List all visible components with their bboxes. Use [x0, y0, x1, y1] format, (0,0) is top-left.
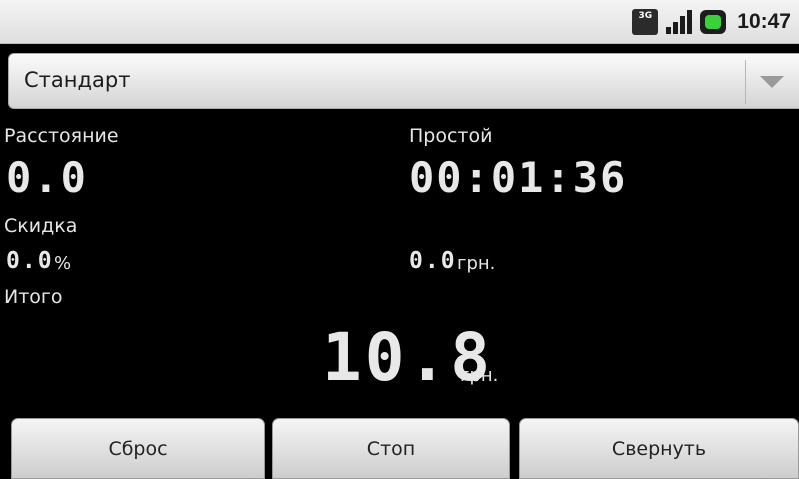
clock: 10:47: [737, 10, 791, 33]
distance-value: 0.0: [6, 153, 88, 202]
dropdown-divider: [745, 60, 746, 104]
stop-button[interactable]: Стоп: [272, 418, 510, 479]
total-unit: грн.: [460, 365, 499, 386]
idle-time-value: 00:01:36: [409, 153, 628, 202]
battery-icon: [700, 10, 727, 34]
tariff-dropdown[interactable]: Стандарт: [8, 53, 799, 109]
chevron-down-icon[interactable]: [760, 76, 784, 88]
idle-label: Простой: [409, 125, 493, 147]
discount-percent-value: 0.0: [6, 248, 54, 274]
discount-amount-unit: грн.: [457, 253, 496, 274]
minimize-button[interactable]: Свернуть: [519, 418, 799, 479]
discount-percent-unit: %: [54, 253, 72, 274]
network-3g-icon: 3G: [632, 9, 659, 35]
reset-button[interactable]: Сброс: [11, 418, 265, 479]
status-icons: 3G 10:47: [632, 7, 791, 37]
discount-amount-value: 0.0: [409, 248, 457, 274]
taximeter-screen: 3G 10:47 Стандарт Расстояние 0.0 Простой…: [0, 0, 799, 479]
discount-label: Скидка: [4, 215, 78, 237]
tariff-selected-value: Стандарт: [24, 68, 131, 92]
total-label: Итого: [4, 286, 63, 308]
status-bar: 3G 10:47: [0, 0, 799, 44]
distance-label: Расстояние: [4, 125, 119, 147]
signal-strength-icon: [665, 9, 693, 35]
